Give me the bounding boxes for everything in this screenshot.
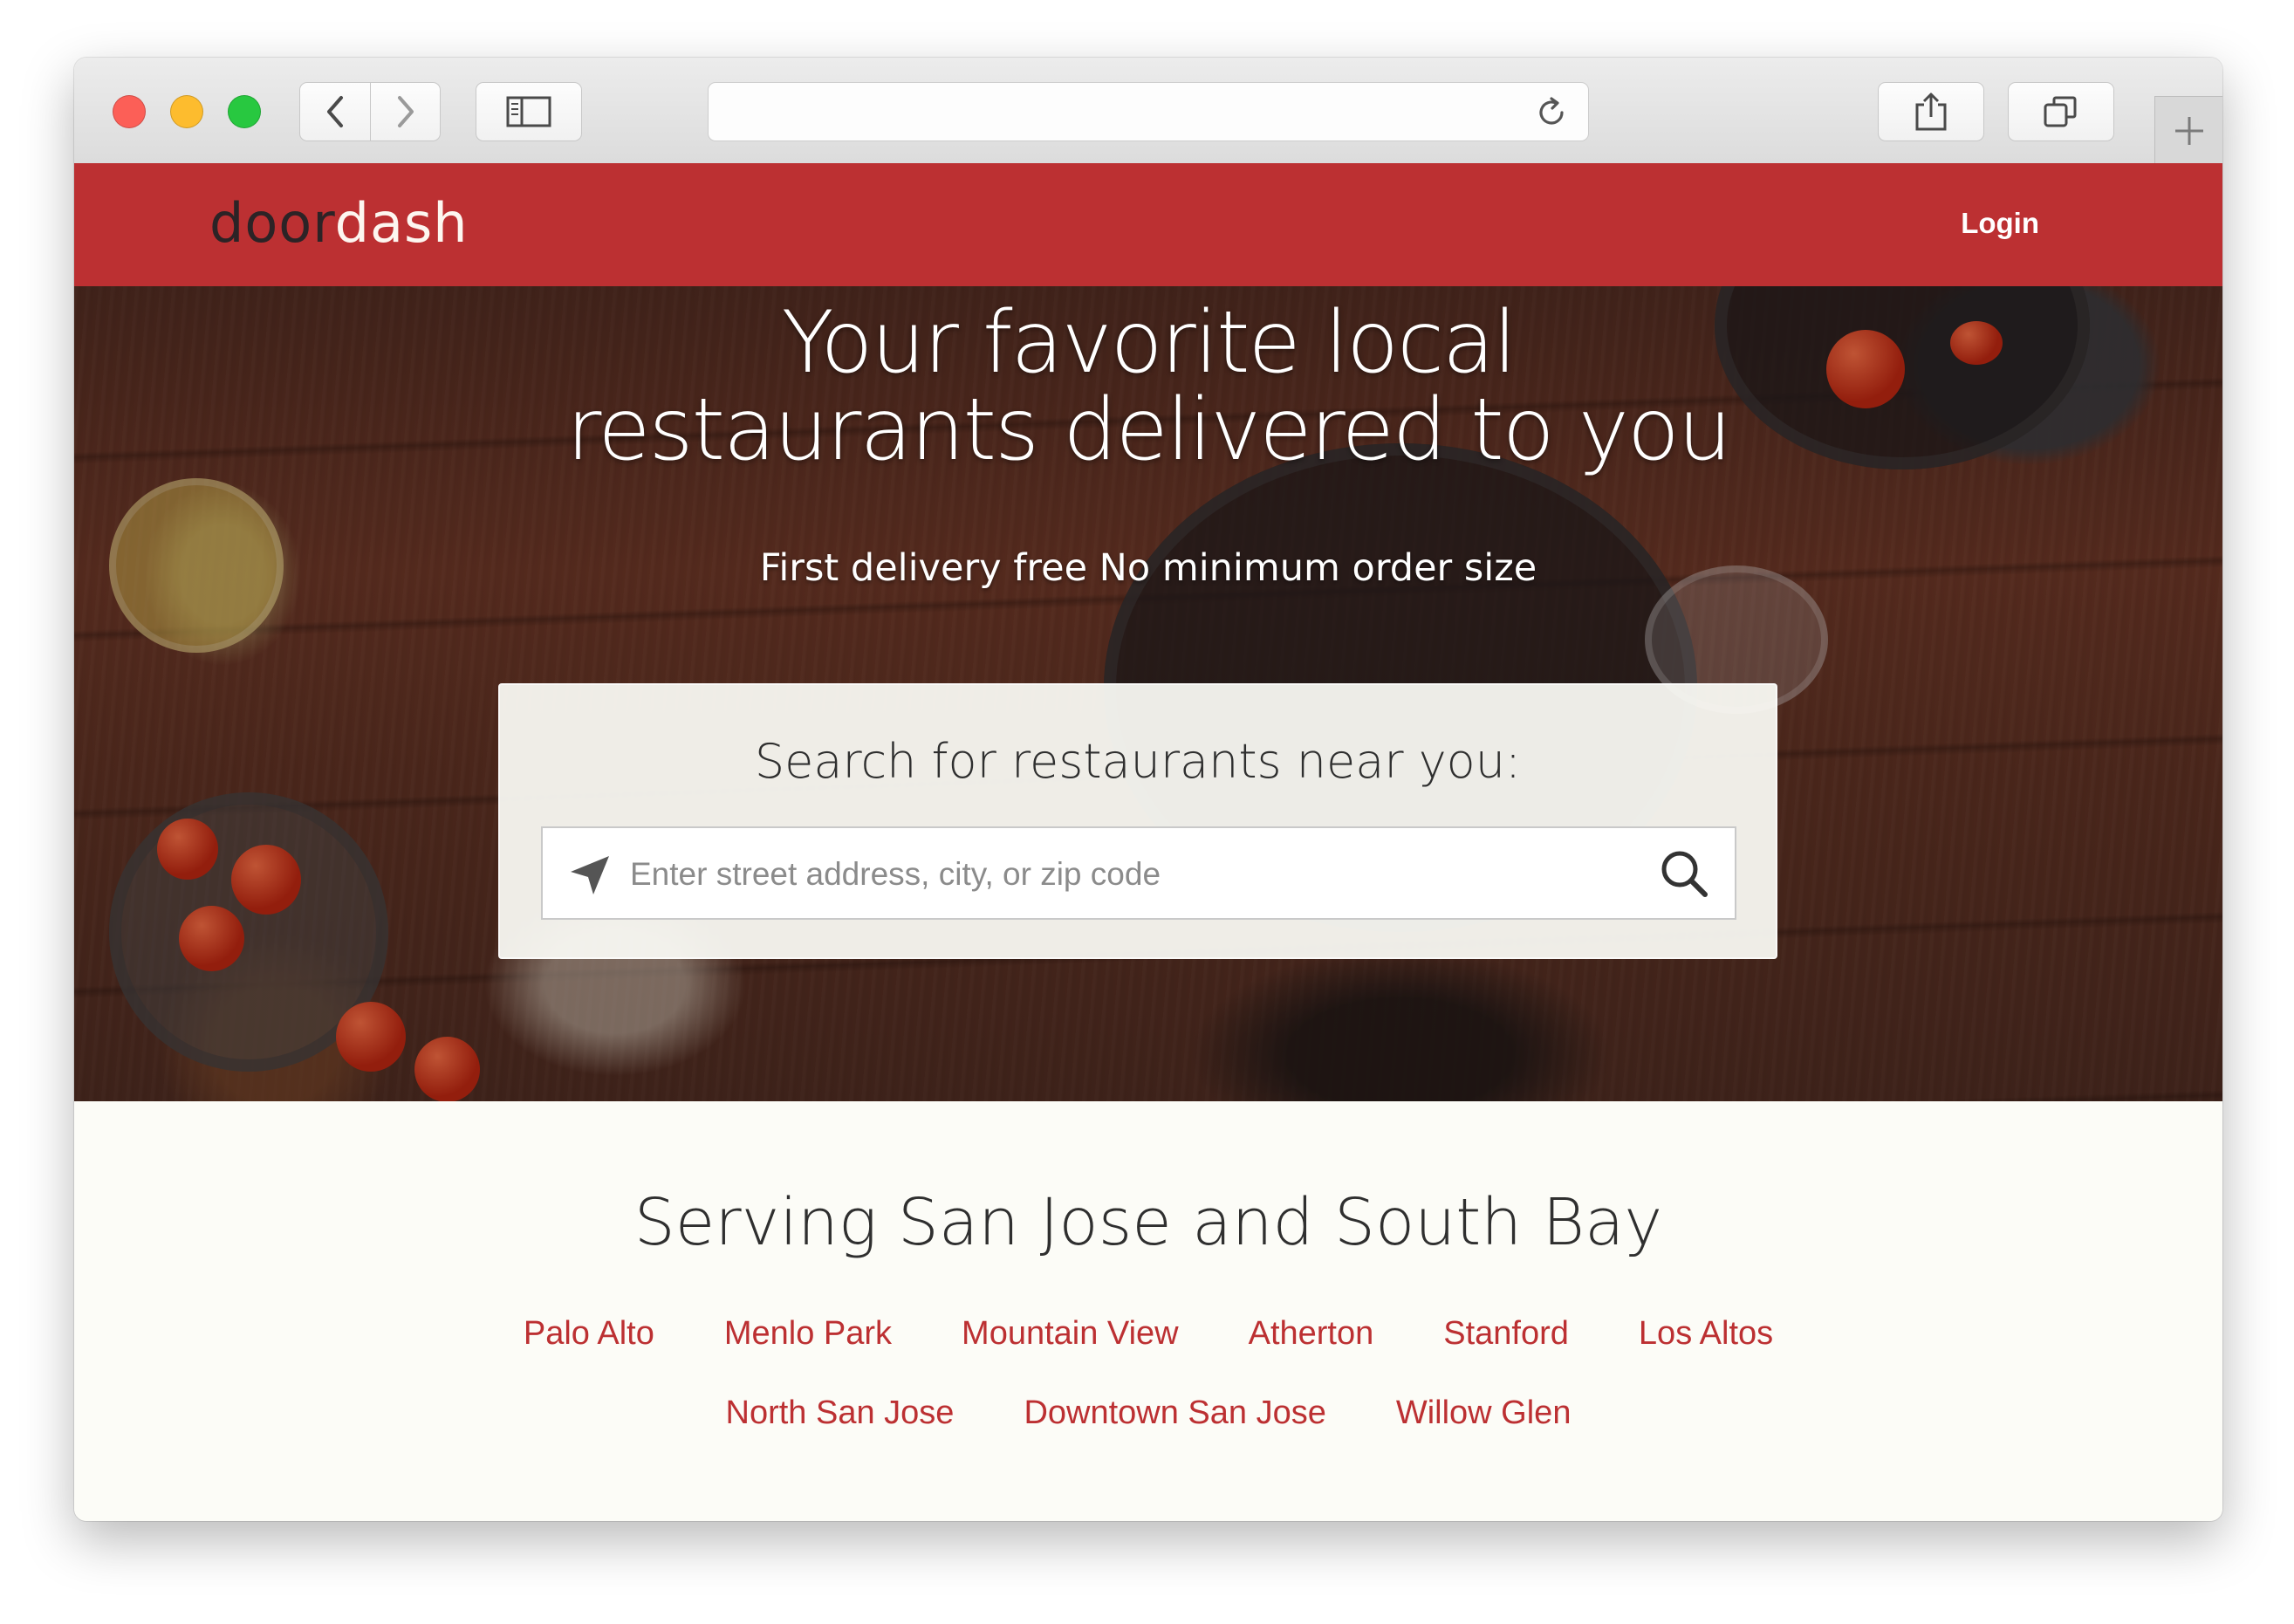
city-link[interactable]: Atherton (1249, 1315, 1374, 1353)
serving-section: Serving San Jose and South Bay Palo Alto… (74, 1101, 2222, 1521)
new-tab-button[interactable] (2154, 96, 2222, 164)
hero-subheadline: First delivery free No minimum order siz… (759, 546, 1537, 590)
sidebar-icon (506, 96, 551, 127)
city-link[interactable]: North San Jose (726, 1394, 955, 1432)
address-search-box (541, 826, 1736, 920)
chevron-right-icon (397, 96, 414, 127)
city-link[interactable]: Downtown San Jose (1024, 1394, 1325, 1432)
browser-window: doordash Login Your favorite local resta… (74, 58, 2222, 1521)
logo-text-door: door (209, 191, 335, 255)
hero-headline-line1: Your favorite local (781, 293, 1517, 393)
share-icon (1915, 93, 1947, 131)
reload-icon[interactable] (1532, 93, 1571, 132)
forward-button[interactable] (371, 82, 441, 141)
search-icon[interactable] (1658, 847, 1710, 900)
city-link[interactable]: Menlo Park (724, 1315, 892, 1353)
zoom-window-button[interactable] (228, 95, 261, 128)
tabs-icon (2044, 96, 2077, 127)
browser-toolbar (74, 58, 2222, 164)
city-link[interactable]: Stanford (1443, 1315, 1569, 1353)
address-bar[interactable] (708, 82, 1589, 141)
minimize-window-button[interactable] (170, 95, 203, 128)
city-links-row-1: Palo Alto Menlo Park Mountain View Ather… (74, 1315, 2222, 1353)
serving-title: Serving San Jose and South Bay (633, 1185, 1663, 1260)
plus-icon (2174, 116, 2203, 145)
search-card: Search for restaurants near you: (498, 683, 1777, 959)
search-title: Search for restaurants near you: (754, 734, 1522, 789)
location-arrow-icon[interactable] (567, 853, 613, 898)
show-tabs-button[interactable] (2008, 82, 2114, 141)
hero-banner: Your favorite local restaurants delivere… (74, 286, 2222, 1101)
city-links-row-2: North San Jose Downtown San Jose Willow … (74, 1394, 2222, 1432)
hero-headline-line2: restaurants delivered to you (566, 380, 1732, 480)
back-button[interactable] (299, 82, 371, 141)
login-link[interactable]: Login (1961, 207, 2039, 240)
site-header: doordash Login (74, 163, 2222, 286)
close-window-button[interactable] (113, 95, 146, 128)
city-link[interactable]: Mountain View (962, 1315, 1179, 1353)
doordash-logo[interactable]: doordash (209, 191, 469, 255)
address-input[interactable] (628, 846, 1626, 903)
city-link[interactable]: Palo Alto (524, 1315, 654, 1353)
chevron-left-icon (327, 96, 343, 127)
city-link[interactable]: Willow Glen (1396, 1394, 1572, 1432)
city-link[interactable]: Los Altos (1639, 1315, 1773, 1353)
share-button[interactable] (1878, 82, 1984, 141)
sidebar-toggle-button[interactable] (476, 82, 582, 141)
screenshot-stage: doordash Login Your favorite local resta… (0, 0, 2294, 1624)
logo-text-dash: dash (334, 191, 469, 255)
